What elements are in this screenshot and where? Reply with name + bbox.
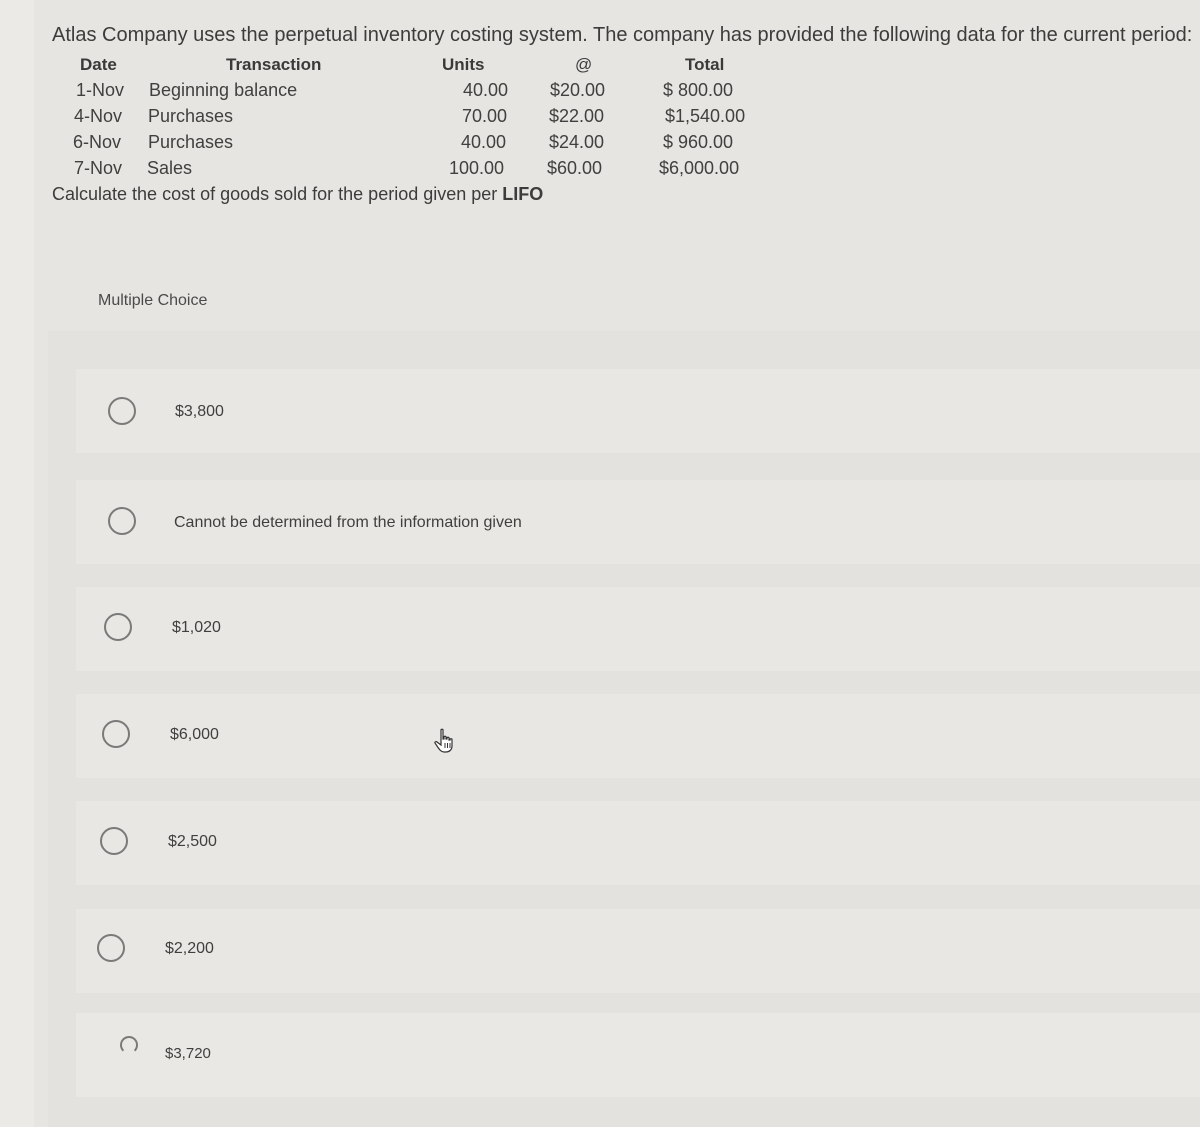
page-margin [0,0,34,1127]
option-1020[interactable]: $1,020 [76,587,1200,671]
option-label: $3,800 [175,403,224,420]
cell-transaction: Sales [147,158,193,178]
cell-transaction: Beginning balance [149,80,298,100]
costing-method: LIFO [502,184,544,204]
cell-unit-cost: $22.00 [549,106,605,126]
multiple-choice-panel: Multiple Choice $3,800 Cannot be determi… [48,275,1200,1127]
option-label: Cannot be determined from the informatio… [174,514,522,531]
cell-units: 70.00 [462,106,508,126]
cell-date: 7-Nov [74,158,123,178]
cell-units: 40.00 [463,80,509,100]
question-text: Atlas Company uses the perpetual invento… [52,24,1193,46]
header-date: Date [80,55,117,74]
option-3720[interactable]: $3,720 [76,1013,1200,1097]
option-2500[interactable]: $2,500 [76,801,1200,885]
radio-button[interactable] [100,827,128,855]
multiple-choice-header: Multiple Choice [48,275,1200,331]
option-6000[interactable]: $6,000 [76,694,1200,778]
cell-total: $ 960.00 [663,132,734,152]
option-3800[interactable]: $3,800 [76,369,1200,453]
cell-units: 40.00 [461,132,507,152]
radio-button[interactable] [120,1036,138,1054]
option-label: $2,200 [165,940,214,957]
cell-date: 6-Nov [73,132,122,152]
option-2200[interactable]: $2,200 [76,909,1200,993]
cell-date: 1-Nov [76,80,125,100]
cell-unit-cost: $24.00 [549,132,605,152]
cell-transaction: Purchases [148,106,234,126]
option-label: $1,020 [172,619,221,636]
option-label: $3,720 [165,1045,211,1062]
cell-total: $1,540.00 [665,106,746,126]
option-cannot-be-determined[interactable]: Cannot be determined from the informatio… [76,480,1200,564]
option-label: $2,500 [168,833,217,850]
hand-pointer-icon [434,728,453,753]
header-units: Units [442,55,485,74]
multiple-choice-label: Multiple Choice [98,292,208,309]
cell-total: $ 800.00 [663,80,734,100]
cell-unit-cost: $60.00 [547,158,603,178]
prompt-text: Calculate the cost of goods sold for the… [52,184,503,204]
header-transaction: Transaction [226,55,322,74]
cell-unit-cost: $20.00 [550,80,606,100]
radio-button[interactable] [97,934,125,962]
header-total: Total [685,55,725,74]
question-prompt: Calculate the cost of goods sold for the… [52,184,543,205]
radio-button[interactable] [108,507,136,535]
radio-button[interactable] [102,720,130,748]
cell-units: 100.00 [449,158,505,178]
cell-total: $6,000.00 [659,158,740,178]
option-label: $6,000 [170,726,219,743]
cell-transaction: Purchases [148,132,234,152]
header-at: @ [575,55,593,74]
radio-button[interactable] [108,397,136,425]
cell-date: 4-Nov [74,106,123,126]
radio-button[interactable] [104,613,132,641]
